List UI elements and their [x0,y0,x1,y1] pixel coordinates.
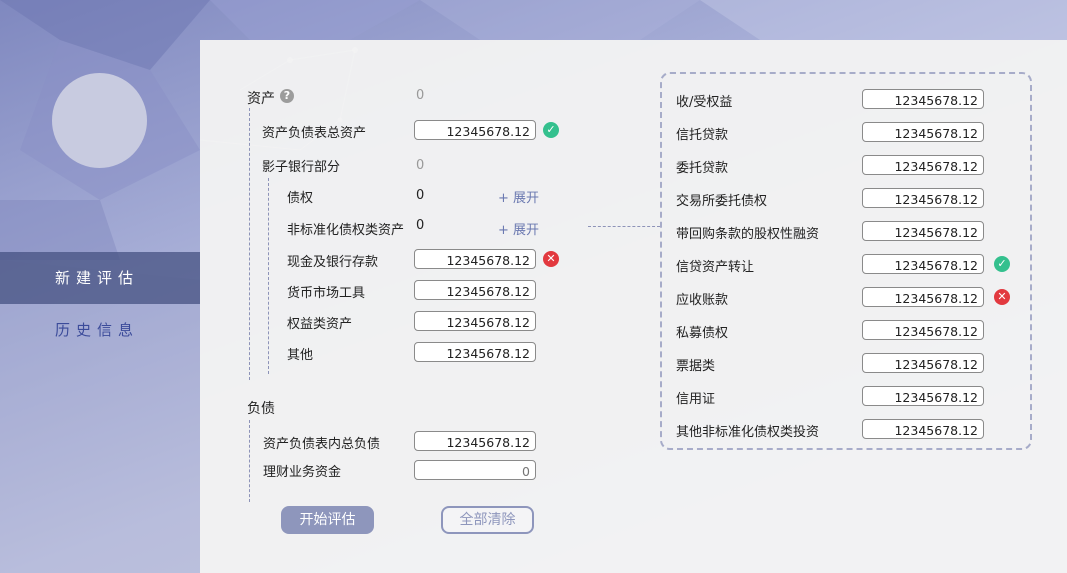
detail-row-label: 收/受权益 [676,95,733,110]
detail-row-input[interactable] [862,353,984,373]
detail-row-label: 票据类 [676,359,716,374]
equity-assets-input[interactable] [414,311,536,331]
balance-total-assets-input[interactable] [414,120,536,140]
detail-row-label: 应收账款 [676,293,729,308]
detail-row-input[interactable] [862,254,984,274]
detail-row-label: 信用证 [676,392,716,407]
detail-row-input[interactable] [862,320,984,340]
nonstd-value: 0 [416,218,425,233]
detail-row-label: 信贷资产转让 [676,260,755,275]
nav-history[interactable]: 历史信息 [0,304,200,356]
shadow-tree-line [268,178,269,374]
detail-row-input[interactable] [862,287,984,307]
nav-new-assessment[interactable]: 新建评估 [0,252,200,304]
question-circle-icon[interactable]: ? [280,89,294,103]
liabilities-tree-line [249,420,250,502]
check-circle-icon: ✓ [543,122,559,138]
detail-row-label: 其他非标准化债权类投资 [676,425,820,440]
detail-row-label: 委托贷款 [676,161,729,176]
nonstd-expand-link[interactable]: + 展开 [498,219,539,238]
equity-assets-label: 权益类资产 [287,317,353,332]
detail-row-label: 交易所委托债权 [676,194,768,209]
liabilities-title: 负债 [247,401,275,417]
balance-total-liabilities-label: 资产负债表内总负债 [263,437,381,452]
money-market-input[interactable] [414,280,536,300]
start-assessment-button[interactable]: 开始评估 [281,506,374,534]
debt-value: 0 [416,188,425,203]
nonstd-label: 非标准化债权类资产 [287,223,405,238]
cash-deposits-label: 现金及银行存款 [287,255,379,270]
detail-row-input[interactable] [862,188,984,208]
detail-connector-line [588,226,660,227]
other-assets-input[interactable] [414,342,536,362]
x-circle-icon: ✕ [994,289,1010,305]
detail-row-input[interactable] [862,89,984,109]
detail-row-label: 私募债权 [676,326,729,341]
x-circle-icon: ✕ [543,251,559,267]
balance-total-assets-label: 资产负债表总资产 [262,126,367,141]
detail-row-input[interactable] [862,419,984,439]
wealth-funds-input[interactable] [414,460,536,480]
detail-row-input[interactable] [862,221,984,241]
detail-row-input[interactable] [862,122,984,142]
shadow-banking-label: 影子银行部分 [262,160,341,175]
shadow-banking-total: 0 [416,158,425,173]
check-circle-icon: ✓ [994,256,1010,272]
assets-tree-line [249,108,250,380]
detail-row-label: 带回购条款的股权性融资 [676,227,820,242]
avatar[interactable] [52,73,147,168]
balance-total-liabilities-input[interactable] [414,431,536,451]
debt-label: 债权 [287,191,314,206]
detail-row-input[interactable] [862,155,984,175]
cash-deposits-input[interactable] [414,249,536,269]
assets-total: 0 [416,88,425,103]
assets-title: 资产 [247,91,275,107]
wealth-funds-label: 理财业务资金 [263,465,342,480]
debt-expand-link[interactable]: + 展开 [498,187,539,206]
money-market-label: 货币市场工具 [287,286,366,301]
other-assets-label: 其他 [287,348,314,363]
detail-row-input[interactable] [862,386,984,406]
clear-all-button[interactable]: 全部清除 [441,506,534,534]
sidebar: 新建评估 历史信息 [0,0,200,573]
detail-row-label: 信托贷款 [676,128,729,143]
